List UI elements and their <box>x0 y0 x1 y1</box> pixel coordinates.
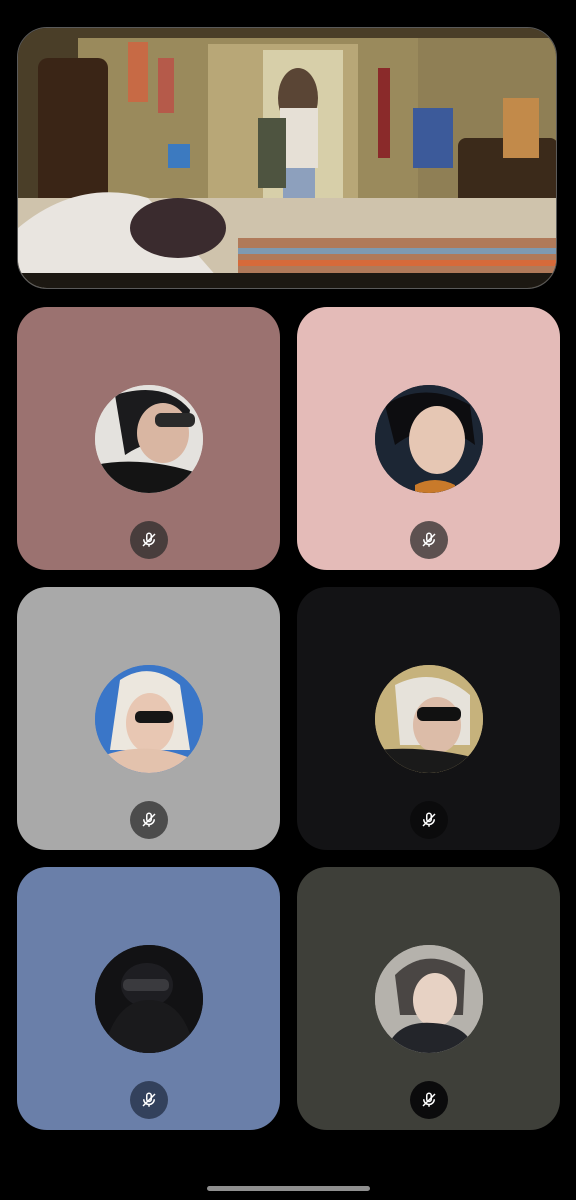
avatar <box>375 385 483 493</box>
mute-indicator <box>130 1081 168 1119</box>
mute-indicator <box>410 521 448 559</box>
mute-indicator <box>410 1081 448 1119</box>
mic-off-icon <box>142 1092 156 1107</box>
avatar <box>375 665 483 773</box>
participant-tile[interactable] <box>17 867 280 1130</box>
mic-off-icon <box>422 532 436 547</box>
mic-off-icon <box>422 812 436 827</box>
mute-indicator <box>130 521 168 559</box>
main-video-feed[interactable] <box>17 27 557 289</box>
avatar <box>95 945 203 1053</box>
participant-tile[interactable] <box>297 307 560 570</box>
mute-indicator <box>410 801 448 839</box>
mute-indicator <box>130 801 168 839</box>
video-frame <box>18 28 556 288</box>
mic-off-icon <box>142 532 156 547</box>
mic-off-icon <box>142 812 156 827</box>
participant-tile[interactable] <box>17 587 280 850</box>
avatar <box>375 945 483 1053</box>
participant-tile[interactable] <box>297 587 560 850</box>
participant-tile[interactable] <box>17 307 280 570</box>
mic-off-icon <box>422 1092 436 1107</box>
participant-tile[interactable] <box>297 867 560 1130</box>
avatar <box>95 385 203 493</box>
avatar <box>95 665 203 773</box>
home-indicator[interactable] <box>207 1186 370 1191</box>
